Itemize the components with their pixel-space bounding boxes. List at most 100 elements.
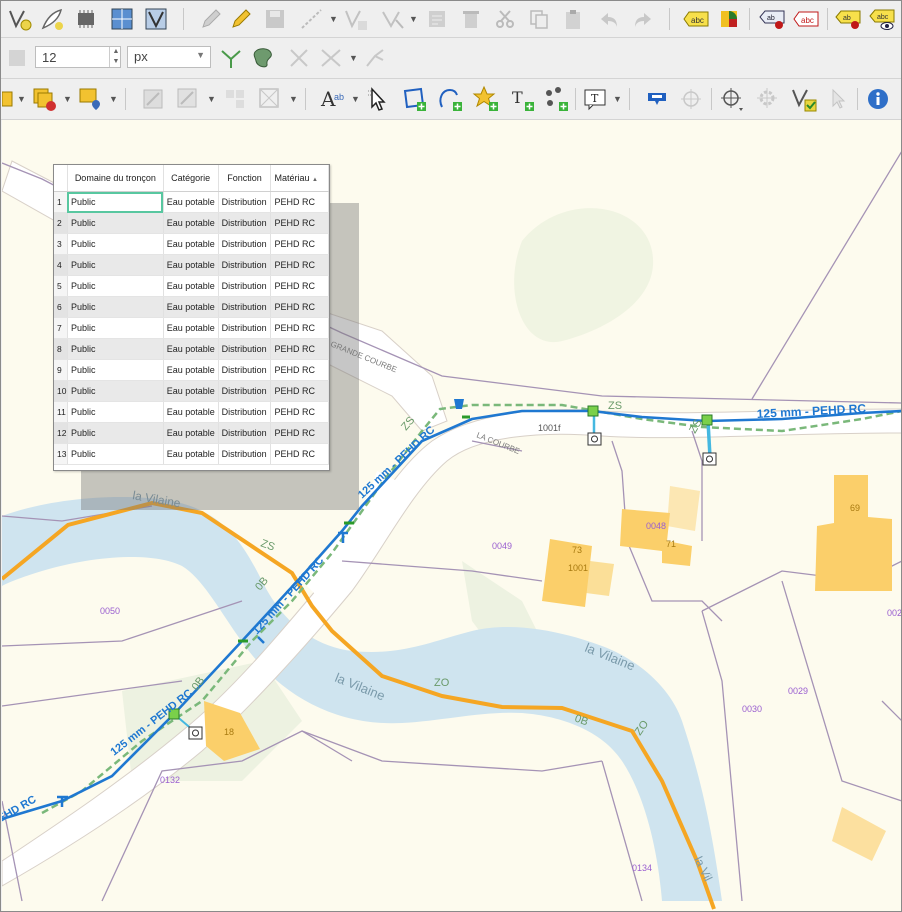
cell-materiau[interactable]: PEHD RC — [270, 338, 329, 360]
vertex-editor-button[interactable] — [141, 5, 171, 33]
zoom-to-layer-button[interactable] — [717, 85, 747, 113]
save-edits-button[interactable] — [261, 5, 289, 33]
table-row[interactable]: 8 Public Eau potable Distribution PEHD RC — [54, 338, 329, 360]
snap-intersection-button[interactable] — [249, 44, 279, 72]
copy-features-button[interactable] — [525, 5, 553, 33]
cell-domaine[interactable]: Public — [67, 338, 164, 360]
diagram-toolbar-button[interactable] — [715, 5, 743, 33]
reshape-disabled-button[interactable] — [173, 85, 203, 113]
split-parts-disabled-button[interactable] — [255, 85, 285, 113]
cell-fonction[interactable]: Distribution — [218, 380, 272, 402]
cell-materiau[interactable]: PEHD RC — [270, 212, 329, 234]
snap-settings-button[interactable] — [361, 44, 389, 72]
cell-categorie[interactable]: Eau potable — [163, 275, 219, 297]
cell-materiau[interactable]: PEHD RC — [270, 254, 329, 276]
table-row[interactable]: 1 Public Eau potable Distribution PEHD RC — [54, 191, 329, 213]
row-number[interactable]: 2 — [54, 212, 68, 234]
cell-domaine[interactable]: Public — [67, 401, 164, 423]
chevron-down-icon[interactable]: ▼ — [207, 94, 216, 104]
text-annotation-button[interactable]: T — [581, 85, 609, 113]
chevron-down-icon[interactable]: ▼ — [349, 53, 358, 63]
settings-disabled-button[interactable] — [753, 85, 783, 113]
table-row[interactable]: 4 Public Eau potable Distribution PEHD RC — [54, 254, 329, 276]
column-header[interactable]: Domaine du tronçon — [67, 165, 164, 192]
cell-materiau[interactable]: PEHD RC — [270, 317, 329, 339]
tolerance-unit-select[interactable]: px ▼ — [127, 46, 211, 68]
table-row[interactable]: 11 Public Eau potable Distribution PEHD RC — [54, 401, 329, 423]
add-node-button[interactable] — [541, 85, 571, 113]
delete-selected-button[interactable] — [457, 5, 485, 33]
pipe-branch[interactable] — [706, 420, 712, 458]
cell-fonction[interactable]: Distribution — [218, 443, 272, 465]
add-polygon-button[interactable] — [399, 85, 429, 113]
node-tool-button[interactable] — [71, 5, 101, 33]
deselect-features-button[interactable] — [29, 85, 59, 113]
tolerance-spin-arrows[interactable]: ▲ ▼ — [109, 47, 122, 67]
table-row[interactable]: 6 Public Eau potable Distribution PEHD RC — [54, 296, 329, 318]
cell-domaine[interactable]: Public — [67, 380, 164, 402]
cell-fonction[interactable]: Distribution — [218, 401, 272, 423]
snapping-handle[interactable] — [3, 46, 31, 70]
chevron-down-icon[interactable]: ▼ — [63, 94, 72, 104]
field-calculator-button[interactable] — [423, 5, 451, 33]
identify-features-button[interactable] — [863, 85, 893, 113]
cell-fonction[interactable]: Distribution — [218, 254, 272, 276]
hide-labels-button[interactable]: abc — [791, 5, 821, 33]
move-label-button[interactable]: ab — [833, 5, 863, 33]
pin-labels-button[interactable]: ab — [757, 5, 787, 33]
cell-categorie[interactable]: Eau potable — [163, 212, 219, 234]
edit-pencil-disabled-button[interactable] — [197, 5, 225, 33]
check-geometry-button[interactable] — [789, 85, 819, 113]
vertex-tool-disabled-button[interactable] — [341, 5, 371, 33]
column-header[interactable]: Catégorie — [163, 165, 219, 192]
undo-button[interactable] — [595, 5, 623, 33]
cell-domaine[interactable]: Public — [67, 317, 164, 339]
row-number[interactable]: 11 — [54, 401, 68, 423]
cell-categorie[interactable]: Eau potable — [163, 233, 219, 255]
row-number[interactable]: 10 — [54, 380, 68, 402]
label-settings-button[interactable]: Aab — [317, 85, 349, 113]
paste-features-button[interactable] — [559, 5, 587, 33]
cell-materiau[interactable]: PEHD RC — [270, 422, 329, 444]
cell-domaine[interactable]: Public — [67, 443, 164, 465]
row-number[interactable]: 5 — [54, 275, 68, 297]
cell-categorie[interactable]: Eau potable — [163, 254, 219, 276]
add-circular-string-button[interactable] — [435, 85, 465, 113]
label-toolbar-button[interactable]: abc — [681, 5, 711, 33]
toggle-editing-button[interactable] — [227, 5, 255, 33]
cell-materiau[interactable]: PEHD RC — [270, 233, 329, 255]
cell-domaine[interactable]: Public — [67, 254, 164, 276]
cell-materiau[interactable]: PEHD RC — [270, 359, 329, 381]
select-disabled-button[interactable] — [825, 85, 853, 113]
select-by-area-button[interactable] — [1, 86, 15, 112]
cell-categorie[interactable]: Eau potable — [163, 401, 219, 423]
map-tips-button[interactable] — [643, 85, 671, 113]
chevron-down-icon[interactable]: ▼ — [109, 94, 118, 104]
table-row[interactable]: 9 Public Eau potable Distribution PEHD RC — [54, 359, 329, 381]
column-header-materiau[interactable]: Matériau ▲ — [270, 165, 329, 192]
add-vertex-tool-button[interactable] — [5, 5, 35, 33]
add-feature-button[interactable] — [297, 5, 327, 33]
row-number[interactable]: 6 — [54, 296, 68, 318]
chevron-down-icon[interactable]: ▼ — [351, 94, 360, 104]
cell-categorie[interactable]: Eau potable — [163, 296, 219, 318]
cell-domaine[interactable]: Public — [67, 275, 164, 297]
cell-categorie[interactable]: Eau potable — [163, 191, 219, 213]
modify-attributes-button[interactable] — [377, 5, 407, 33]
row-number-header[interactable] — [54, 165, 68, 192]
attribute-table-panel[interactable]: Domaine du tronçon Catégorie Fonction Ma… — [53, 164, 330, 471]
cell-fonction[interactable]: Distribution — [218, 191, 272, 213]
table-row[interactable]: 2 Public Eau potable Distribution PEHD RC — [54, 212, 329, 234]
row-number[interactable]: 13 — [54, 443, 68, 465]
table-row[interactable]: 13 Public Eau potable Distribution PEHD RC — [54, 443, 329, 465]
chevron-down-icon[interactable]: ▼ — [613, 94, 622, 104]
cell-materiau[interactable]: PEHD RC — [270, 296, 329, 318]
table-row[interactable]: 12 Public Eau potable Distribution PEHD RC — [54, 422, 329, 444]
cell-materiau[interactable]: PEHD RC — [270, 401, 329, 423]
cell-fonction[interactable]: Distribution — [218, 212, 272, 234]
cell-domaine[interactable]: Public — [67, 233, 164, 255]
cell-categorie[interactable]: Eau potable — [163, 443, 219, 465]
table-body[interactable]: 1 Public Eau potable Distribution PEHD RC 2 Pu… — [54, 191, 329, 465]
cell-domaine[interactable]: Public — [67, 191, 164, 213]
table-row[interactable]: 5 Public Eau potable Distribution PEHD RC — [54, 275, 329, 297]
